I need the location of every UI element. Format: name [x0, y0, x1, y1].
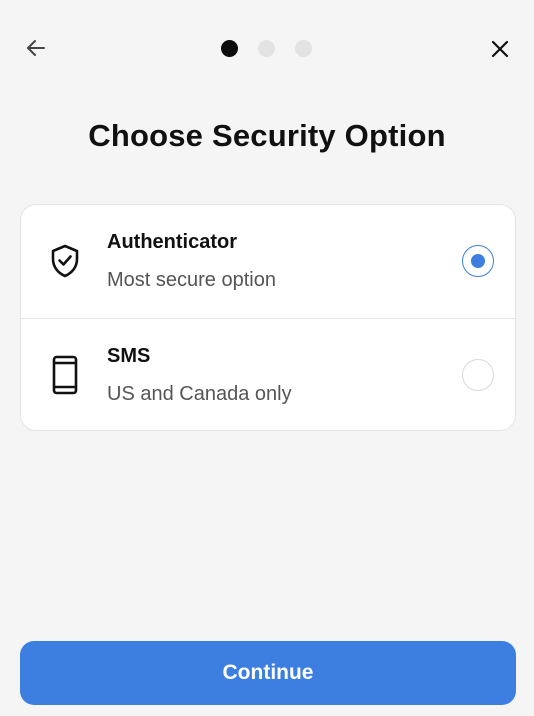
option-sms[interactable]: SMS US and Canada only	[21, 318, 515, 430]
option-subtitle: US and Canada only	[107, 383, 292, 405]
page-title: Choose Security Option	[88, 118, 446, 153]
radio-authenticator[interactable]	[462, 245, 494, 277]
step-indicator	[221, 40, 312, 57]
continue-button[interactable]: Continue	[20, 641, 516, 705]
arrow-left-icon	[27, 40, 45, 56]
shield-check-icon	[47, 241, 83, 281]
option-subtitle: Most secure option	[107, 269, 276, 291]
close-icon	[491, 40, 509, 58]
radio-sms[interactable]	[462, 359, 494, 391]
option-title: SMS	[107, 345, 151, 367]
step-dot-3	[295, 40, 312, 57]
option-authenticator[interactable]: Authenticator Most secure option	[21, 205, 515, 318]
back-button[interactable]	[22, 34, 50, 62]
security-options-list: Authenticator Most secure option SMS US …	[20, 204, 516, 431]
option-title: Authenticator	[107, 231, 237, 253]
close-button[interactable]	[486, 35, 514, 63]
radio-selected-dot	[471, 254, 485, 268]
smartphone-icon	[47, 355, 83, 395]
step-dot-1	[221, 40, 238, 57]
security-option-screen: Choose Security Option Authenticator Mos…	[0, 0, 534, 716]
step-dot-2	[258, 40, 275, 57]
